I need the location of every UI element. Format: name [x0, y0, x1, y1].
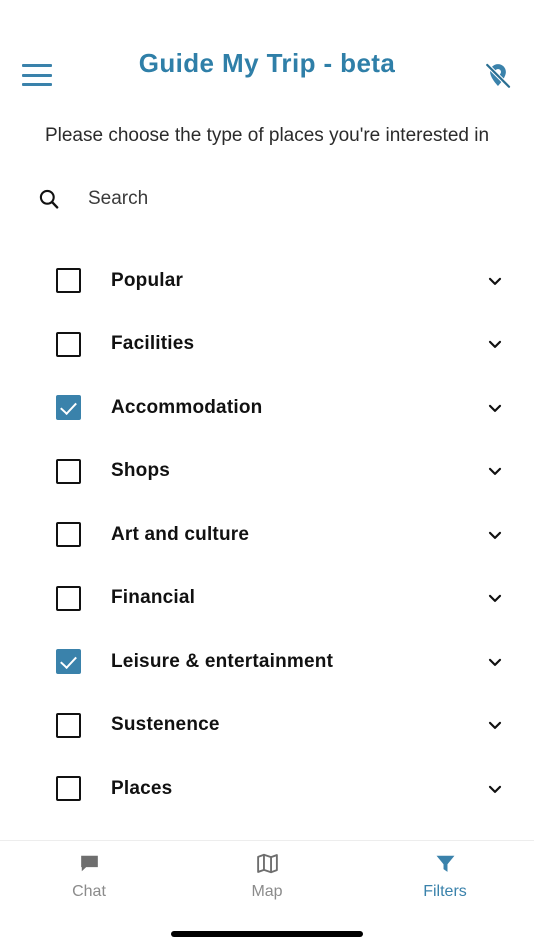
app-bar: Guide My Trip - beta	[0, 0, 534, 108]
chevron-down-icon[interactable]	[484, 587, 506, 609]
category-row-sustenence[interactable]: Sustenence	[0, 694, 534, 758]
location-off-icon[interactable]	[480, 58, 516, 94]
nav-item-map[interactable]: Map	[178, 850, 356, 901]
category-list: Popular Facilities Accommodation Shops A…	[0, 249, 534, 840]
menu-bar-1	[22, 64, 52, 67]
category-label: Leisure & entertainment	[111, 650, 334, 672]
chat-bubble-icon	[77, 850, 102, 876]
category-label: Popular	[111, 269, 184, 291]
filter-funnel-icon	[433, 850, 458, 876]
category-label: Financial	[111, 587, 196, 609]
category-row-financial[interactable]: Financial	[0, 567, 534, 631]
chevron-down-icon[interactable]	[484, 714, 506, 736]
category-row-shops[interactable]: Shops	[0, 440, 534, 504]
search-input[interactable]	[88, 183, 468, 215]
chevron-down-icon[interactable]	[484, 778, 506, 800]
page-title: Guide My Trip - beta	[138, 48, 396, 78]
nav-label-map: Map	[251, 883, 283, 900]
checkbox-facilities[interactable]	[56, 331, 81, 357]
checkbox-accommodation[interactable]	[56, 395, 81, 421]
home-indicator[interactable]	[171, 931, 363, 937]
instruction-text: Please choose the type of places you're …	[44, 125, 490, 146]
nav-label-filters: Filters	[423, 883, 467, 900]
chat-bubble-glyph	[80, 855, 98, 871]
category-row-accommodation[interactable]: Accommodation	[0, 376, 534, 440]
category-label: Places	[111, 777, 173, 799]
checkbox-places[interactable]	[56, 776, 81, 802]
menu-bar-3	[22, 83, 52, 86]
menu-bar-2	[22, 73, 52, 77]
checkbox-shops[interactable]	[56, 458, 81, 484]
map-glyph	[256, 853, 278, 873]
checkbox-art-and-culture[interactable]	[56, 522, 81, 548]
nav-item-filters[interactable]: Filters	[356, 850, 534, 901]
hamburger-menu-icon[interactable]	[20, 60, 54, 90]
chevron-down-icon[interactable]	[484, 651, 506, 673]
search-glyph	[39, 189, 59, 209]
chevron-down-icon[interactable]	[484, 397, 506, 419]
chevron-down-icon[interactable]	[484, 524, 506, 546]
category-label: Facilities	[111, 333, 195, 355]
category-row-art-and-culture[interactable]: Art and culture	[0, 503, 534, 567]
category-row-popular[interactable]: Popular	[0, 249, 534, 313]
chevron-down-icon[interactable]	[484, 460, 506, 482]
checkbox-sustenence[interactable]	[56, 712, 81, 738]
category-label: Sustenence	[111, 714, 220, 736]
location-off-glyph	[485, 62, 512, 89]
category-label: Accommodation	[111, 396, 263, 418]
category-row-facilities[interactable]: Facilities	[0, 313, 534, 377]
search-bar[interactable]	[0, 179, 534, 219]
chevron-down-icon[interactable]	[484, 333, 506, 355]
app-root: Guide My Trip - beta Please choose the t…	[0, 0, 534, 950]
checkbox-popular[interactable]	[56, 268, 81, 294]
nav-label-chat: Chat	[72, 883, 106, 900]
search-icon	[36, 186, 62, 212]
category-row-leisure-entertainment[interactable]: Leisure & entertainment	[0, 630, 534, 694]
nav-item-chat[interactable]: Chat	[0, 850, 178, 901]
map-icon	[255, 850, 280, 876]
category-label: Art and culture	[111, 523, 250, 545]
home-indicator-area	[0, 918, 534, 950]
checkbox-financial[interactable]	[56, 585, 81, 611]
chevron-down-icon[interactable]	[484, 270, 506, 292]
category-label: Shops	[111, 460, 171, 482]
category-row-places[interactable]: Places	[0, 757, 534, 821]
bottom-navigation: Chat Map Filters	[0, 840, 534, 918]
filter-funnel-glyph	[436, 855, 454, 872]
checkbox-leisure-entertainment[interactable]	[56, 649, 81, 675]
